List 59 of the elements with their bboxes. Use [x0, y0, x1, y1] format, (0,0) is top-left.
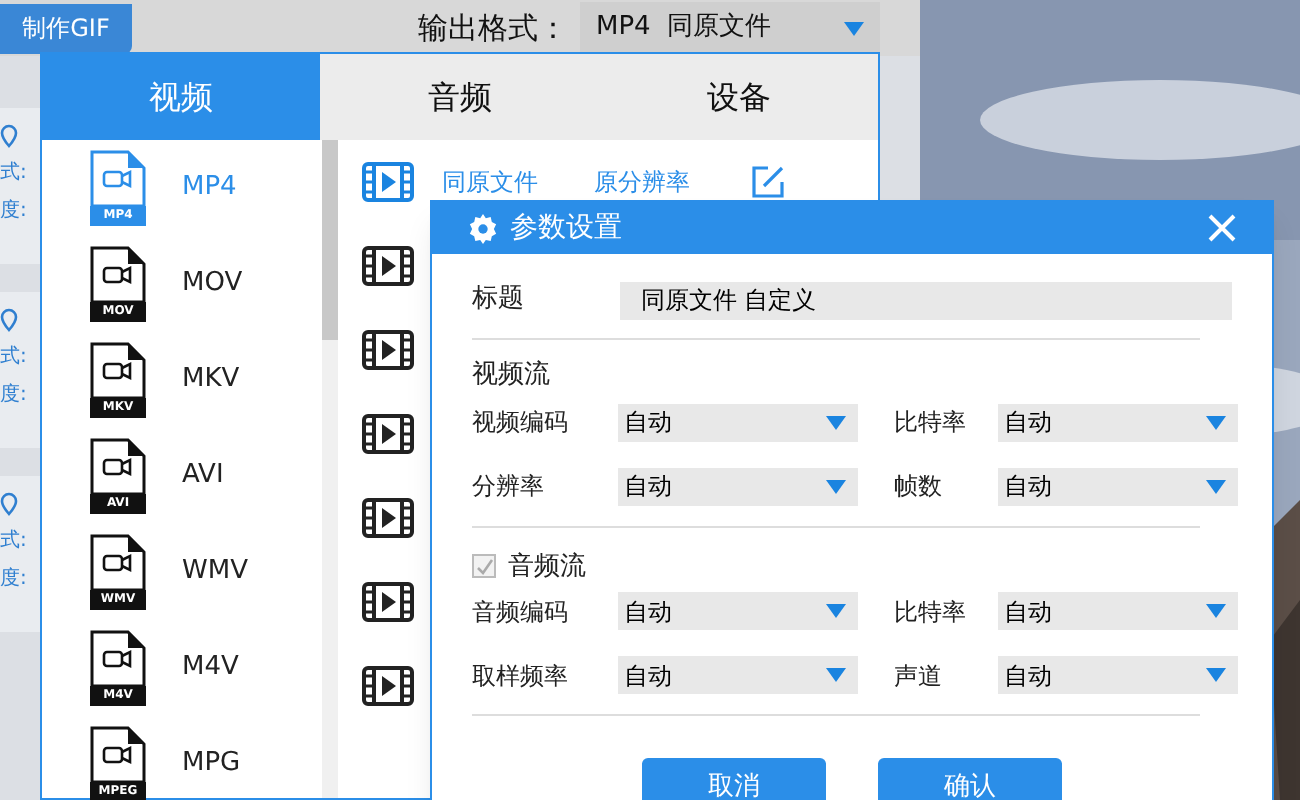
edit-icon[interactable]: [750, 164, 786, 200]
dropdown-caret-icon: [826, 479, 846, 493]
dialog-title: 参数设置: [510, 209, 622, 247]
settings-icon: [468, 213, 498, 243]
field-label: 比特率: [894, 406, 968, 440]
field-label: 比特率: [894, 595, 968, 629]
film-icon[interactable]: [362, 666, 414, 706]
film-icon[interactable]: [362, 582, 414, 622]
video-file-icon: [90, 534, 146, 590]
dropdown-field[interactable]: 自动: [998, 403, 1238, 441]
film-icon[interactable]: [362, 498, 414, 538]
field-label: 视频编码: [472, 406, 570, 440]
dropdown-caret-icon: [826, 604, 846, 618]
dropdown-caret-icon: [844, 21, 864, 35]
field-label: 音频编码: [472, 595, 570, 629]
output-format-label: 输出格式：: [418, 7, 568, 50]
close-icon[interactable]: [1208, 214, 1236, 242]
dropdown-caret-icon: [1206, 604, 1226, 618]
title-field[interactable]: 同原文件 自定义: [620, 281, 1232, 319]
preset-resolution: 原分辨率: [594, 166, 690, 200]
video-file-icon: [90, 438, 146, 494]
section-heading: 视频流: [472, 358, 552, 394]
dropdown-caret-icon: [1206, 668, 1226, 682]
video-file-icon: [90, 342, 146, 398]
format-label: 式:: [0, 160, 29, 186]
scrollbar-thumb[interactable]: [322, 140, 338, 340]
format-tab[interactable]: 设备: [599, 54, 878, 140]
quality-label: 度:: [0, 566, 29, 592]
video-file-icon: [90, 246, 146, 302]
quality-label: 度:: [0, 198, 29, 224]
format-tab[interactable]: 音频: [320, 54, 600, 140]
dropdown-field[interactable]: 自动: [618, 467, 858, 505]
preset-name: 同原文件: [442, 166, 538, 200]
field-label: 帧数: [894, 470, 944, 504]
pin-icon: [0, 308, 18, 332]
video-file-icon: [90, 726, 146, 782]
dropdown-caret-icon: [1206, 415, 1226, 429]
film-icon[interactable]: [362, 330, 414, 370]
dropdown-field[interactable]: 自动: [998, 467, 1238, 505]
dropdown-caret-icon: [1206, 479, 1226, 493]
format-label: 式:: [0, 528, 29, 554]
pin-icon: [0, 124, 18, 148]
film-icon[interactable]: [362, 246, 414, 286]
field-label: 分辨率: [472, 470, 546, 504]
field-label: 声道: [894, 659, 944, 693]
section-heading: 音频流: [508, 549, 586, 585]
dropdown-field[interactable]: 自动: [618, 403, 858, 441]
video-file-icon: [90, 150, 146, 206]
make-gif-button[interactable]: 制作GIF: [0, 3, 132, 53]
field-label: 标题: [472, 282, 526, 319]
quality-label: 度:: [0, 382, 29, 408]
format-label: 式:: [0, 344, 29, 370]
field-label: 取样频率: [472, 659, 570, 693]
dropdown-caret-icon: [826, 668, 846, 682]
output-format-dropdown[interactable]: MP4 同原文件: [580, 2, 880, 54]
video-file-icon: [90, 630, 146, 686]
pin-icon: [0, 492, 18, 516]
film-icon[interactable]: [362, 414, 414, 454]
dropdown-caret-icon: [826, 415, 846, 429]
